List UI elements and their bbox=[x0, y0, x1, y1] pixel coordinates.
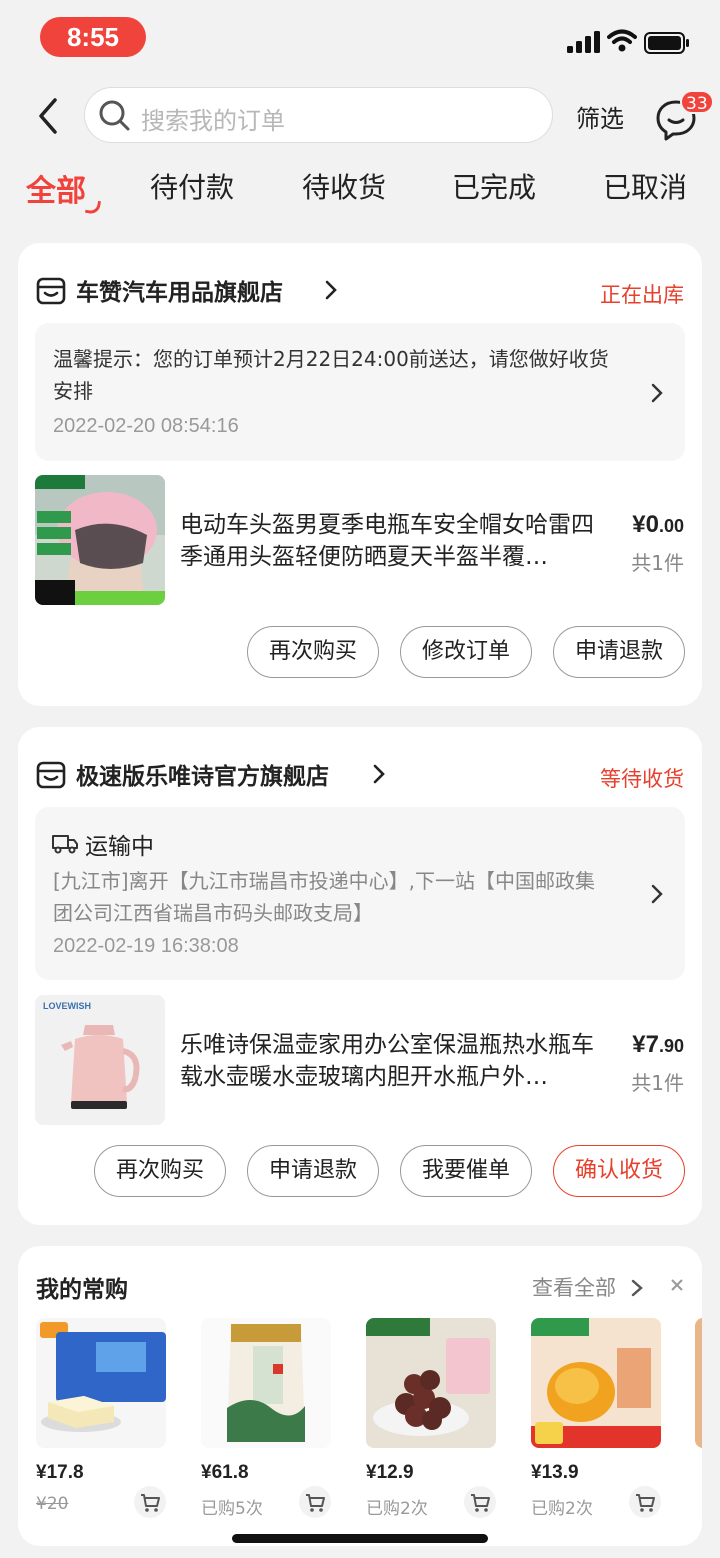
chevron-right-icon bbox=[651, 884, 663, 904]
wifi-icon bbox=[607, 29, 637, 52]
home-indicator bbox=[232, 1534, 488, 1543]
modify-order-button[interactable]: 修改订单 bbox=[400, 626, 532, 678]
order-status: 等待收货 bbox=[600, 767, 684, 791]
truck-icon bbox=[52, 835, 78, 854]
frequent-item[interactable]: ¥17.8 ¥20 bbox=[36, 1318, 176, 1528]
order-status: 正在出库 bbox=[600, 283, 684, 307]
cellular-signal-icon bbox=[567, 31, 600, 53]
product-image bbox=[531, 1318, 661, 1448]
view-all-link[interactable]: 查看全部 bbox=[532, 1272, 643, 1302]
cart-glyph bbox=[306, 1494, 325, 1512]
tab-completed[interactable]: 已完成 bbox=[452, 166, 536, 206]
cart-glyph bbox=[636, 1494, 655, 1512]
kettle-photo: LOVEWISH bbox=[35, 995, 165, 1125]
store-icon bbox=[36, 761, 66, 789]
price-decimal: .00 bbox=[658, 516, 684, 536]
message-badge: 33 bbox=[680, 90, 714, 114]
product-quantity: 共1件 bbox=[631, 1071, 684, 1095]
back-chevron-icon[interactable] bbox=[30, 92, 70, 140]
item-price: ¥61.8 bbox=[201, 1462, 249, 1483]
store-name: 车赞汽车用品旗舰店 bbox=[76, 280, 283, 306]
rice-bag-photo bbox=[201, 1318, 331, 1448]
snack-photo bbox=[366, 1318, 496, 1448]
cart-icon[interactable] bbox=[629, 1486, 661, 1518]
tab-pending-receipt[interactable]: 待收货 bbox=[302, 166, 386, 206]
cart-icon[interactable] bbox=[464, 1486, 496, 1518]
cart-icon[interactable] bbox=[134, 1486, 166, 1518]
notice-line-2: 安排 bbox=[53, 379, 93, 403]
cake-photo bbox=[36, 1318, 166, 1448]
tab-cancelled[interactable]: 已取消 bbox=[603, 166, 687, 206]
tab-pending-payment[interactable]: 待付款 bbox=[150, 166, 234, 206]
search-input[interactable]: 搜索我的订单 bbox=[84, 87, 553, 143]
product-price: ¥0.00 bbox=[632, 511, 684, 539]
request-refund-button[interactable]: 申请退款 bbox=[553, 626, 685, 678]
order-card: 极速版乐唯诗官方旗舰店 等待收货 运输中 [九江市]离开【九江市瑞昌市投递中心】… bbox=[18, 727, 702, 1225]
logistics-line-2: 团公司江西省瑞昌市码头邮政支局】 bbox=[53, 901, 373, 925]
purchase-count: 已购2次 bbox=[366, 1499, 428, 1519]
product-quantity: 共1件 bbox=[631, 551, 684, 575]
request-refund-button[interactable]: 申请退款 bbox=[247, 1145, 379, 1197]
store-name: 极速版乐唯诗官方旗舰店 bbox=[76, 764, 329, 790]
notice-line-1: 温馨提示：您的订单预计2月22日24:00前送达，请您做好收货 bbox=[53, 347, 609, 371]
search-placeholder: 搜索我的订单 bbox=[141, 107, 285, 135]
logistics-line-1: [九江市]离开【九江市瑞昌市投递中心】,下一站【中国邮政集 bbox=[53, 869, 595, 893]
product-image bbox=[36, 1318, 166, 1448]
tab-all[interactable]: 全部 bbox=[26, 166, 86, 210]
status-bar: 8:55 bbox=[0, 0, 720, 76]
close-icon[interactable] bbox=[666, 1274, 688, 1296]
buy-again-button[interactable]: 再次购买 bbox=[247, 626, 379, 678]
price-integer: ¥7 bbox=[632, 1031, 659, 1058]
battery-icon bbox=[644, 32, 689, 54]
product-image-kettle[interactable]: LOVEWISH bbox=[35, 995, 165, 1125]
view-all-label: 查看全部 bbox=[532, 1276, 616, 1300]
product-image bbox=[366, 1318, 496, 1448]
logistics-info[interactable]: 运输中 [九江市]离开【九江市瑞昌市投递中心】,下一站【中国邮政集 团公司江西省… bbox=[35, 807, 685, 980]
frequent-item-partial[interactable] bbox=[695, 1318, 702, 1448]
item-price: ¥17.8 bbox=[36, 1462, 84, 1483]
frequent-item[interactable]: ¥13.9 已购2次 bbox=[531, 1318, 671, 1528]
store-icon bbox=[36, 277, 66, 305]
section-title: 我的常购 bbox=[36, 1277, 128, 1303]
product-price: ¥7.90 bbox=[632, 1031, 684, 1059]
chevron-right-icon bbox=[373, 764, 385, 784]
chevron-right-icon bbox=[651, 383, 663, 403]
filter-button[interactable]: 筛选 bbox=[576, 99, 624, 134]
logistics-timestamp: 2022-02-19 16:38:08 bbox=[53, 935, 239, 957]
chevron-right-icon bbox=[325, 280, 337, 300]
original-price: ¥20 bbox=[36, 1494, 69, 1514]
item-price: ¥13.9 bbox=[531, 1462, 579, 1483]
dried-mango-photo bbox=[531, 1318, 661, 1448]
confirm-receipt-button[interactable]: 确认收货 bbox=[553, 1145, 685, 1197]
notice-timestamp: 2022-02-20 08:54:16 bbox=[53, 415, 239, 437]
frequent-item[interactable]: ¥61.8 已购5次 bbox=[201, 1318, 341, 1528]
price-integer: ¥0 bbox=[632, 511, 659, 538]
helmet-photo bbox=[35, 475, 165, 605]
purchase-count: 已购5次 bbox=[201, 1499, 263, 1519]
price-decimal: .90 bbox=[658, 1036, 684, 1056]
product-title[interactable]: 乐唯诗保温壶家用办公室保温瓶热水瓶车载水壶暖水壶玻璃内胆开水瓶户外… bbox=[180, 1029, 608, 1093]
purchase-count: 已购2次 bbox=[531, 1499, 593, 1519]
item-price: ¥12.9 bbox=[366, 1462, 414, 1483]
order-card: 车赞汽车用品旗舰店 正在出库 温馨提示：您的订单预计2月22日24:00前送达，… bbox=[18, 243, 702, 706]
frequent-purchases-panel: 我的常购 查看全部 ¥17.8 ¥20 ¥61.8 已购5次 ¥12.9 已购2… bbox=[18, 1246, 702, 1546]
order-tabs: 全部 待付款 待收货 已完成 已取消 bbox=[0, 166, 720, 216]
urge-order-button[interactable]: 我要催单 bbox=[400, 1145, 532, 1197]
product-image bbox=[201, 1318, 331, 1448]
brand-logo: LOVEWISH bbox=[43, 1001, 91, 1011]
buy-again-button[interactable]: 再次购买 bbox=[94, 1145, 226, 1197]
chevron-right-icon bbox=[631, 1279, 643, 1297]
search-icon bbox=[99, 100, 130, 131]
cart-icon[interactable] bbox=[299, 1486, 331, 1518]
clock: 8:55 bbox=[40, 17, 146, 57]
product-image-helmet[interactable] bbox=[35, 475, 165, 605]
transit-status: 运输中 bbox=[85, 834, 154, 860]
frequent-item[interactable]: ¥12.9 已购2次 bbox=[366, 1318, 506, 1528]
cart-glyph bbox=[141, 1494, 160, 1512]
delivery-notice[interactable]: 温馨提示：您的订单预计2月22日24:00前送达，请您做好收货 安排 2022-… bbox=[35, 323, 685, 461]
cart-glyph bbox=[471, 1494, 490, 1512]
product-title[interactable]: 电动车头盔男夏季电瓶车安全帽女哈雷四季通用头盔轻便防晒夏天半盔半覆… bbox=[180, 509, 608, 573]
